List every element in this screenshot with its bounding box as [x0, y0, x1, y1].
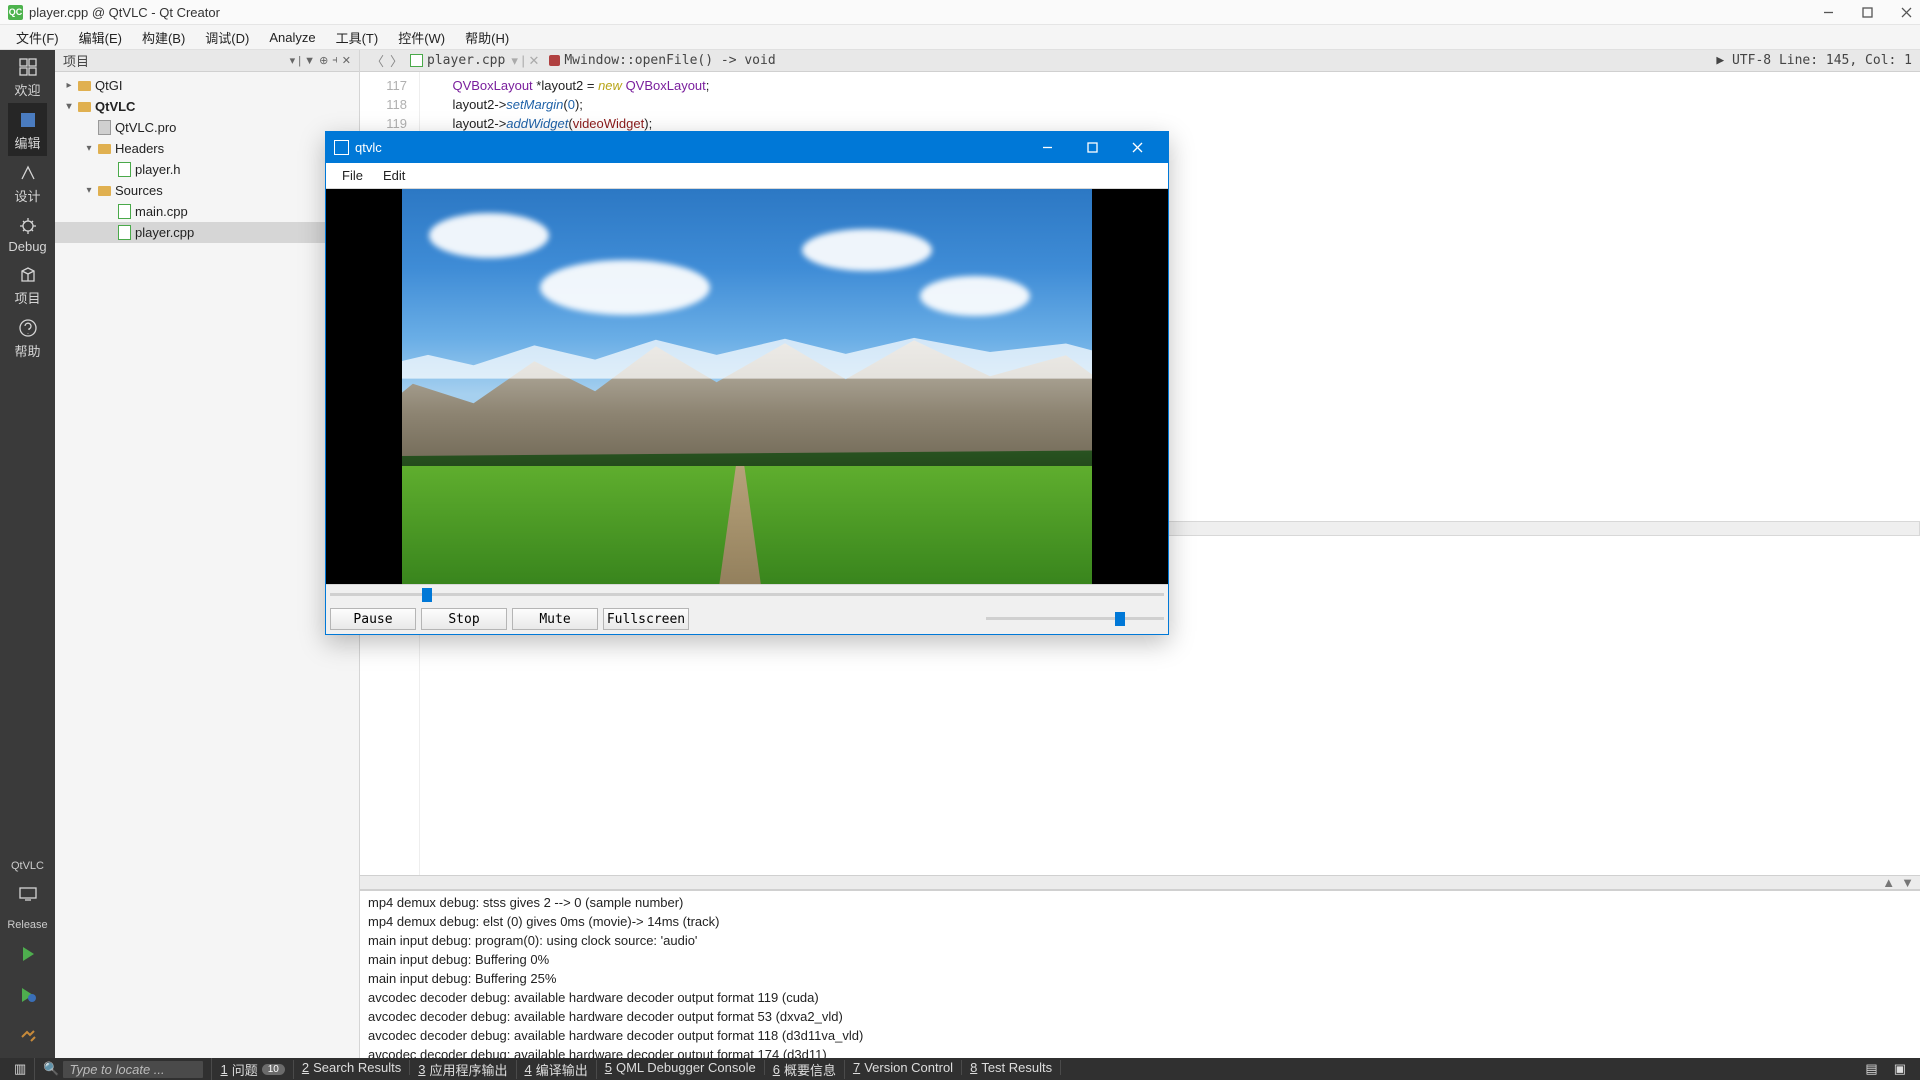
activity-edit[interactable]: 编辑 — [8, 103, 46, 156]
nav-back-button[interactable]: 〈 — [371, 51, 384, 70]
activity-help[interactable]: 帮助 — [8, 311, 46, 364]
kit-target-icon[interactable] — [0, 876, 55, 915]
tree-node[interactable]: player.cpp — [55, 222, 359, 243]
locate-field[interactable]: 🔍 Type to locate ... — [35, 1058, 212, 1080]
volume-slider[interactable] — [986, 609, 1164, 629]
nav-fwd-button[interactable]: 〉 — [390, 51, 403, 70]
sidebar-toggle-icon[interactable]: ▥ — [6, 1058, 35, 1080]
tree-node[interactable]: main.cpp — [55, 201, 359, 222]
app-icon — [334, 140, 349, 155]
sidebar-header: 项目 ▾ | ▼ ⊕ ⫞ ✕ — [55, 50, 359, 72]
app-menu-item[interactable]: Edit — [373, 166, 415, 185]
kit-selector-config[interactable]: Release — [7, 915, 47, 935]
app-menu-item[interactable]: File — [332, 166, 373, 185]
sidebar-title[interactable]: 项目 — [63, 51, 89, 70]
main-window-titlebar: QC player.cpp @ QtVLC - Qt Creator — [0, 0, 1920, 25]
app-minimize-button[interactable] — [1025, 132, 1070, 163]
editor-split-bar[interactable]: ▲▼ — [360, 875, 1920, 890]
status-pane-button[interactable]: 3 应用程序输出 — [410, 1060, 516, 1079]
video-widget[interactable] — [326, 189, 1168, 584]
sidebar-split-icon[interactable]: ⫞ — [332, 54, 338, 67]
status-pane-button[interactable]: 6 概要信息 — [765, 1060, 845, 1079]
run-button[interactable] — [0, 935, 55, 976]
status-pane-button[interactable]: 7 Version Control — [845, 1060, 962, 1075]
project-sidebar: 项目 ▾ | ▼ ⊕ ⫞ ✕ ▸QtGI▾QtVLCQtVLC.pro▾Head… — [55, 50, 360, 1058]
window-minimize-button[interactable] — [1823, 7, 1834, 18]
status-close-icon[interactable]: ▣ — [1886, 1061, 1914, 1077]
app-title: qtvlc — [355, 140, 382, 155]
menu-item[interactable]: Analyze — [259, 28, 325, 47]
file-icon — [410, 54, 423, 67]
project-tree[interactable]: ▸QtGI▾QtVLCQtVLC.pro▾Headersplayer.h▾Sou… — [55, 72, 359, 1058]
activity-welcome[interactable]: 欢迎 — [8, 50, 46, 103]
tree-node[interactable]: ▾Sources — [55, 180, 359, 201]
activity-bar: 欢迎编辑设计Debug项目帮助 QtVLC Release — [0, 50, 55, 1058]
status-pane-button[interactable]: 4 编译输出 — [517, 1060, 597, 1079]
window-maximize-button[interactable] — [1862, 7, 1873, 18]
symbol-icon — [549, 55, 560, 66]
menu-item[interactable]: 文件(F) — [6, 26, 69, 49]
app-titlebar[interactable]: qtvlc — [326, 132, 1168, 163]
application-output[interactable]: mp4 demux debug: stss gives 2 --> 0 (sam… — [360, 890, 1920, 1058]
kit-selector-name[interactable]: QtVLC — [11, 856, 44, 876]
main-menubar: 文件(F)编辑(E)构建(B)调试(D)Analyze工具(T)控件(W)帮助(… — [0, 25, 1920, 50]
tree-node[interactable]: player.h — [55, 159, 359, 180]
status-pane-button[interactable]: 1 问题 10 — [212, 1060, 293, 1079]
tree-node[interactable]: QtVLC.pro — [55, 117, 359, 138]
mute-button[interactable]: Mute — [512, 608, 598, 630]
status-bar: ▥ 🔍 Type to locate ... 1 问题 102 Search R… — [0, 1058, 1920, 1080]
main-window-title: player.cpp @ QtVLC - Qt Creator — [29, 5, 220, 20]
sidebar-close-icon[interactable]: ✕ — [342, 54, 351, 67]
menu-item[interactable]: 构建(B) — [132, 26, 195, 49]
tree-node[interactable]: ▸QtGI — [55, 75, 359, 96]
menu-item[interactable]: 工具(T) — [326, 26, 389, 49]
stop-button[interactable]: Stop — [421, 608, 507, 630]
app-close-button[interactable] — [1115, 132, 1160, 163]
editor-breadcrumb[interactable]: Mwindow::openFile() -> void — [564, 53, 775, 68]
sidebar-link-icon[interactable]: ⊕ — [319, 54, 328, 67]
tree-node[interactable]: ▾Headers — [55, 138, 359, 159]
menu-item[interactable]: 编辑(E) — [69, 26, 132, 49]
app-maximize-button[interactable] — [1070, 132, 1115, 163]
pause-button[interactable]: Pause — [330, 608, 416, 630]
tree-node[interactable]: ▾QtVLC — [55, 96, 359, 117]
status-pane-button[interactable]: 5 QML Debugger Console — [597, 1060, 765, 1075]
status-pane-button[interactable]: 2 Search Results — [294, 1060, 410, 1075]
activity-project[interactable]: 项目 — [8, 258, 46, 311]
menu-item[interactable]: 帮助(H) — [455, 26, 519, 49]
activity-design[interactable]: 设计 — [8, 156, 46, 209]
status-progress-icon[interactable]: ▤ — [1857, 1061, 1885, 1077]
running-app-window: qtvlc FileEdit Pause Stop Mute Fullscree… — [325, 131, 1169, 635]
build-button[interactable] — [0, 1017, 55, 1058]
app-menubar: FileEdit — [326, 163, 1168, 189]
window-close-button[interactable] — [1901, 7, 1912, 18]
activity-debug[interactable]: Debug — [8, 209, 46, 258]
editor-toolbar: 〈 〉 player.cpp ▾ | ✕ Mwindow::openFile()… — [360, 50, 1920, 72]
seek-slider[interactable] — [326, 584, 1168, 604]
menu-item[interactable]: 控件(W) — [388, 26, 455, 49]
sidebar-filter-icon[interactable]: ▾ | ▼ — [290, 54, 315, 67]
run-debug-button[interactable] — [0, 976, 55, 1017]
editor-status[interactable]: ▶ UTF-8 Line: 145, Col: 1 — [1716, 53, 1912, 68]
status-pane-button[interactable]: 8 Test Results — [962, 1060, 1061, 1075]
qtcreator-icon: QC — [8, 5, 23, 20]
open-file-name[interactable]: player.cpp — [427, 53, 505, 68]
fullscreen-button[interactable]: Fullscreen — [603, 608, 689, 630]
menu-item[interactable]: 调试(D) — [195, 26, 259, 49]
